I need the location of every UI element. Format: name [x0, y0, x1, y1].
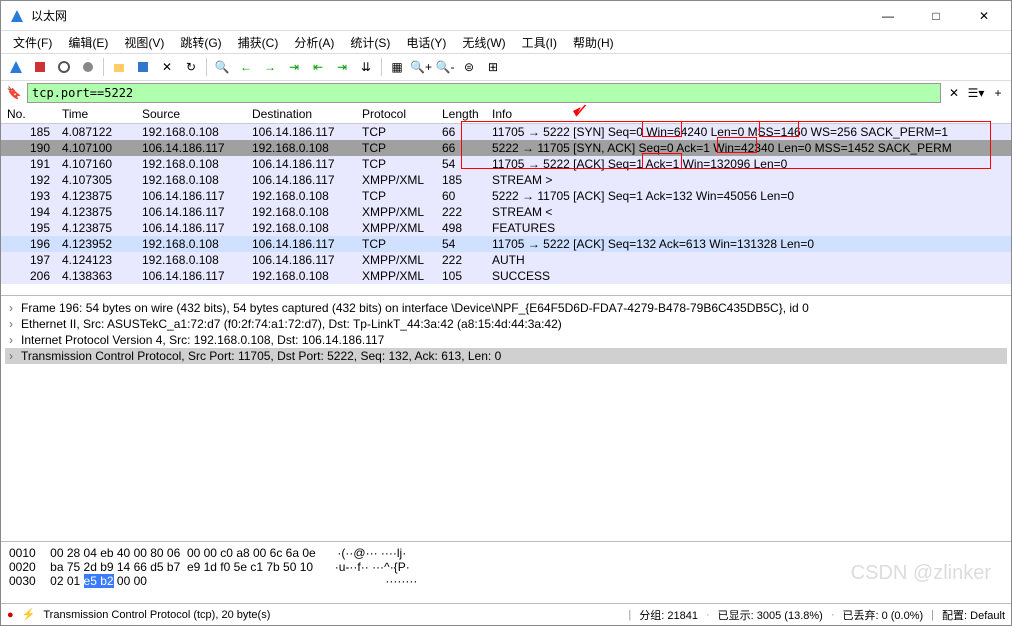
packet-row[interactable]: 1944.123875106.14.186.117192.168.0.108XM…	[1, 204, 1011, 220]
packet-row[interactable]: 1934.123875106.14.186.117192.168.0.108TC…	[1, 188, 1011, 204]
clear-filter-icon[interactable]: ✕	[945, 84, 963, 102]
packet-row[interactable]: 1954.123875106.14.186.117192.168.0.108XM…	[1, 220, 1011, 236]
status-dropped: 已丢弃: 0 (0.0%)	[842, 607, 923, 623]
toolbar: ✕ ↻ 🔍 ← → ⇥ ⇤ ⇥ ⇊ ▦ 🔍+ 🔍- ⊜ ⊞	[1, 53, 1011, 81]
error-indicator-icon[interactable]: ●	[7, 609, 14, 621]
minimize-button[interactable]: —	[873, 6, 903, 26]
hex-view[interactable]: 0010 00 28 04 eb 40 00 80 06 00 00 c0 a8…	[1, 541, 1011, 603]
packet-row[interactable]: 2064.138363106.14.186.117192.168.0.108XM…	[1, 268, 1011, 284]
col-no[interactable]: No.	[1, 105, 56, 124]
column-headers[interactable]: No. Time Source Destination Protocol Len…	[1, 105, 1011, 124]
app-icon	[9, 8, 25, 24]
filter-bar: 🔖 ✕ ☰▾ +	[1, 81, 1011, 105]
packet-details[interactable]: ›Frame 196: 54 bytes on wire (432 bits),…	[1, 295, 1011, 541]
display-filter-input[interactable]	[27, 83, 941, 103]
next-icon[interactable]: →	[259, 56, 281, 78]
menu-capture[interactable]: 捕获(C)	[232, 32, 285, 53]
autoscroll-icon[interactable]: ⇊	[355, 56, 377, 78]
zoom-reset-icon[interactable]: ⊜	[458, 56, 480, 78]
menu-telephony[interactable]: 电话(Y)	[400, 32, 452, 53]
menu-view[interactable]: 视图(V)	[118, 32, 170, 53]
save-file-icon[interactable]	[132, 56, 154, 78]
menubar: 文件(F) 编辑(E) 视图(V) 跳转(G) 捕获(C) 分析(A) 统计(S…	[1, 31, 1011, 53]
status-displayed: 已显示: 3005 (13.8%)	[718, 607, 823, 623]
add-filter-icon[interactable]: +	[989, 84, 1007, 102]
col-proto[interactable]: Protocol	[356, 105, 436, 124]
close-file-icon[interactable]: ✕	[156, 56, 178, 78]
zoom-in-icon[interactable]: 🔍+	[410, 56, 432, 78]
menu-edit[interactable]: 编辑(E)	[62, 32, 114, 53]
resize-cols-icon[interactable]: ⊞	[482, 56, 504, 78]
col-len[interactable]: Length	[436, 105, 486, 124]
packet-list[interactable]: 三次握手的包 No. Time Source Destination Proto…	[1, 105, 1011, 295]
menu-wireless[interactable]: 无线(W)	[456, 32, 511, 53]
last-icon[interactable]: ⇥	[331, 56, 353, 78]
stop-capture-icon[interactable]	[29, 56, 51, 78]
detail-frame[interactable]: ›Frame 196: 54 bytes on wire (432 bits),…	[5, 300, 1007, 316]
menu-help[interactable]: 帮助(H)	[567, 32, 620, 53]
packet-row[interactable]: 1964.123952192.168.0.108106.14.186.117TC…	[1, 236, 1011, 252]
capture-options-icon[interactable]	[77, 56, 99, 78]
maximize-button[interactable]: □	[921, 6, 951, 26]
titlebar: 以太网 — □ ✕	[1, 1, 1011, 31]
start-capture-icon[interactable]	[5, 56, 27, 78]
jump-icon[interactable]: ⇥	[283, 56, 305, 78]
packet-row[interactable]: 1924.107305192.168.0.108106.14.186.117XM…	[1, 172, 1011, 188]
menu-go[interactable]: 跳转(G)	[174, 32, 227, 53]
menu-tools[interactable]: 工具(I)	[516, 32, 563, 53]
packet-row[interactable]: 1854.087122192.168.0.108106.14.186.117TC…	[1, 124, 1011, 141]
bookmark-icon[interactable]: 🔖	[5, 84, 23, 102]
packet-row[interactable]: 1904.107100106.14.186.117192.168.0.108TC…	[1, 140, 1011, 156]
status-profile: 配置: Default	[942, 607, 1005, 623]
col-time[interactable]: Time	[56, 105, 136, 124]
packet-row[interactable]: 1914.107160192.168.0.108106.14.186.117TC…	[1, 156, 1011, 172]
hex-highlight: e5 b2	[84, 574, 114, 588]
status-packets: 分组: 21841	[639, 607, 698, 623]
zoom-out-icon[interactable]: 🔍-	[434, 56, 456, 78]
prev-icon[interactable]: ←	[235, 56, 257, 78]
menu-analyze[interactable]: 分析(A)	[288, 32, 340, 53]
col-dest[interactable]: Destination	[246, 105, 356, 124]
detail-ip[interactable]: ›Internet Protocol Version 4, Src: 192.1…	[5, 332, 1007, 348]
find-icon[interactable]: 🔍	[211, 56, 233, 78]
close-button[interactable]: ✕	[969, 6, 999, 26]
statusbar: ● ⚡ Transmission Control Protocol (tcp),…	[1, 603, 1011, 625]
status-proto: Transmission Control Protocol (tcp), 20 …	[43, 609, 620, 621]
menu-statistics[interactable]: 统计(S)	[344, 32, 396, 53]
window-title: 以太网	[31, 7, 873, 24]
restart-capture-icon[interactable]	[53, 56, 75, 78]
expression-icon[interactable]: ☰▾	[967, 84, 985, 102]
reload-icon[interactable]: ↻	[180, 56, 202, 78]
col-source[interactable]: Source	[136, 105, 246, 124]
packet-row[interactable]: 1974.124123192.168.0.108106.14.186.117XM…	[1, 252, 1011, 268]
detail-tcp[interactable]: ›Transmission Control Protocol, Src Port…	[5, 348, 1007, 364]
open-file-icon[interactable]	[108, 56, 130, 78]
menu-file[interactable]: 文件(F)	[7, 32, 58, 53]
colorize-icon[interactable]: ▦	[386, 56, 408, 78]
detail-ethernet[interactable]: ›Ethernet II, Src: ASUSTekC_a1:72:d7 (f0…	[5, 316, 1007, 332]
expert-icon[interactable]: ⚡	[22, 608, 36, 621]
col-info[interactable]: Info	[486, 105, 1011, 124]
first-icon[interactable]: ⇤	[307, 56, 329, 78]
